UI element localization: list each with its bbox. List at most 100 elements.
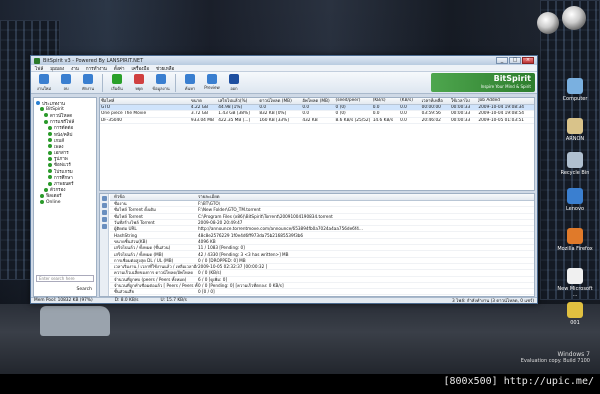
task-row[interactable]: DF-35040 933.04 MB 422.35 MB [...] 160 KB [… bbox=[100, 117, 534, 124]
toolbar-button[interactable]: เริ่มต้น bbox=[107, 74, 127, 92]
desktop-icon-label: 001 bbox=[570, 320, 580, 326]
detail-key: ผู้ติดต่อ URL bbox=[114, 226, 137, 232]
toolbar-button[interactable]: ค้นหา bbox=[180, 74, 200, 92]
clock-gadget[interactable] bbox=[537, 12, 559, 34]
desktop-icon[interactable]: 001 bbox=[555, 302, 595, 326]
log-tab-icon[interactable] bbox=[102, 217, 107, 222]
detail-value: 42 / 4330 [Pending: 3 <3 has written>] M… bbox=[198, 251, 289, 257]
menu-item[interactable]: มุมมอง bbox=[50, 65, 64, 72]
category-icon bbox=[40, 193, 44, 198]
category-icon bbox=[48, 125, 52, 130]
desktop-icon-image bbox=[567, 302, 583, 318]
desktop-icon[interactable]: ARNON bbox=[555, 118, 595, 142]
category-icon bbox=[48, 132, 52, 137]
bitspirit-window[interactable]: BitSpirit v3 - Powered By LANSPIRIT.NET … bbox=[30, 55, 538, 304]
menu-item[interactable]: การทำงาน bbox=[86, 65, 107, 72]
toolbar-button[interactable]: ลบ bbox=[56, 74, 76, 92]
minimize-button[interactable]: _ bbox=[496, 57, 508, 64]
toolbar: งานใหม่ ลบ พักงาน เริ่มต้น หยุด ข้อมูลงาน ค้นห… bbox=[31, 72, 537, 94]
peers-tab-icon[interactable] bbox=[102, 203, 107, 208]
task-details-panel: หัวข้อ รายละเอียด ชื่องาน F:\BT\GTO\ ชื่อไ… bbox=[99, 193, 535, 297]
status-download-speed: D: 8.0 KB/s bbox=[114, 298, 139, 303]
task-cell: 0.0 bbox=[400, 104, 407, 110]
toolbar-button-label: พักงาน bbox=[82, 86, 94, 91]
detail-value: http://announce.torrentmove.com/announce… bbox=[198, 226, 363, 232]
new-task-icon bbox=[39, 74, 49, 84]
category-icon bbox=[36, 101, 40, 106]
logo-title: BitSpirit bbox=[493, 74, 531, 83]
car bbox=[40, 306, 110, 336]
toolbar-button[interactable]: งานใหม่ bbox=[34, 74, 54, 92]
desktop-icon[interactable]: Recycle Bin bbox=[555, 152, 595, 176]
clock-gadget[interactable] bbox=[562, 6, 586, 30]
column-header[interactable]: เวลาที่เหลือ bbox=[421, 98, 450, 104]
category-icon bbox=[48, 156, 52, 161]
toolbar-button-label: ลบ bbox=[63, 86, 69, 91]
search-button[interactable]: Search bbox=[77, 287, 92, 292]
column-header[interactable]: ขนาด bbox=[190, 98, 217, 104]
task-cell: 0.0 bbox=[302, 111, 310, 117]
column-header[interactable]: ชื่อไฟล์ bbox=[100, 98, 190, 104]
desktop-icon[interactable]: Computer bbox=[555, 78, 595, 102]
maximize-button[interactable]: □ bbox=[509, 57, 521, 64]
sidebar-item-label: ฟิลเตอร์ bbox=[46, 194, 62, 200]
general-tab-icon[interactable] bbox=[102, 196, 107, 201]
toolbar-button[interactable]: ข้อมูลงาน bbox=[151, 74, 171, 92]
task-cell: 0.0 bbox=[259, 104, 267, 110]
task-cell: 20:46:02 bbox=[421, 117, 441, 123]
sidebar-item[interactable]: Online bbox=[36, 199, 94, 205]
detail-value: C:\Program Files (x86)\BitSpirit\Torrent… bbox=[198, 213, 333, 219]
detail-value: 2009-10-05 02:32:37 [00:00:32 ] bbox=[198, 264, 268, 270]
column-header[interactable]: (KB/s) bbox=[399, 98, 421, 103]
toolbar-button[interactable]: พักงาน bbox=[78, 74, 98, 92]
search-input[interactable]: Enter search here bbox=[36, 275, 94, 282]
task-cell: 8.6 KB/s [25/52] bbox=[335, 117, 371, 123]
toolbar-button[interactable]: ออก bbox=[224, 74, 244, 92]
menu-item[interactable]: เครื่องมือ bbox=[131, 65, 149, 72]
detail-value: 0 / 0 [DROPPED: 0] MB bbox=[198, 257, 246, 263]
toolbar-separator bbox=[102, 74, 103, 92]
task-cell: One piece The Movie bbox=[101, 111, 147, 117]
files-tab-icon[interactable] bbox=[102, 210, 107, 215]
graph-tab-icon[interactable] bbox=[102, 224, 107, 229]
category-icon bbox=[48, 169, 52, 174]
column-header[interactable]: ดาวน์โหลด (MB) bbox=[258, 98, 301, 104]
close-button[interactable]: × bbox=[522, 57, 534, 64]
category-icon bbox=[44, 187, 48, 192]
column-header[interactable]: (seed/peer) bbox=[335, 98, 372, 103]
detail-value: 2009-08-20 20:49:47 bbox=[198, 220, 243, 226]
status-summary: 3 ไฟล์: กำลังทำงาน (3 ดาวน์โหลด, 0 แชร์) bbox=[452, 299, 534, 304]
title-bar[interactable]: BitSpirit v3 - Powered By LANSPIRIT.NET … bbox=[31, 56, 537, 65]
preview-icon bbox=[207, 74, 217, 84]
column-header[interactable]: Job Added bbox=[477, 98, 534, 103]
category-icon bbox=[44, 119, 48, 124]
toolbar-button[interactable]: หยุด bbox=[129, 74, 149, 92]
details-tab-strip bbox=[100, 194, 109, 296]
column-header[interactable]: เสร็จไปแล้ว(%) bbox=[217, 98, 258, 104]
task-cell: 2009-10-04 19:08:34 bbox=[478, 104, 524, 110]
column-header[interactable]: อัพโหลด (MB) bbox=[301, 98, 334, 104]
task-cell: GTO bbox=[101, 104, 111, 110]
desktop-icon[interactable]: Mozilla Firefox bbox=[555, 228, 595, 252]
column-header[interactable]: (KB/s) bbox=[372, 98, 399, 103]
task-cell: 3.72 GB bbox=[190, 111, 209, 117]
desktop-icon-image bbox=[567, 118, 583, 134]
task-cell: 00:00:33 bbox=[450, 117, 471, 123]
desktop-icon[interactable]: Lenovo bbox=[555, 188, 595, 212]
toolbar-button[interactable]: Preview bbox=[202, 74, 222, 92]
menu-bar: ไฟล์ มุมมอง งาน การทำงาน ตั้งค่า เครื่องมือ ช่… bbox=[31, 65, 537, 72]
menu-item[interactable]: ช่วยเหลือ bbox=[156, 65, 174, 72]
desktop-icon-label: New Microsoft ... bbox=[557, 286, 593, 298]
column-header[interactable]: ใช้เวลาไป bbox=[450, 98, 477, 104]
status-mem: Mem Pool: 10832 KB (97%) bbox=[34, 298, 93, 303]
menu-item[interactable]: งาน bbox=[71, 65, 79, 72]
category-sidebar: ประเภทงาน BitSpirit ดาวน์โหลด การแชร์ไฟล์ กา… bbox=[33, 97, 97, 297]
desktop-icon[interactable]: New Microsoft ... bbox=[555, 268, 595, 298]
menu-item[interactable]: ตั้งค่า bbox=[114, 65, 125, 72]
status-bar: Mem Pool: 10832 KB (97%) D: 8.0 KB/s U: … bbox=[31, 297, 537, 304]
detail-value: 0 / 0 (KB/s) bbox=[198, 270, 222, 276]
menu-item[interactable]: ไฟล์ bbox=[35, 65, 43, 72]
task-cell: 2009-10-04 19:08:54 bbox=[478, 111, 524, 117]
task-cell: 0.0 bbox=[372, 104, 380, 110]
detail-value: 48c8e2576229 1f0e4d6ff973da75b21685539f3… bbox=[198, 232, 304, 238]
